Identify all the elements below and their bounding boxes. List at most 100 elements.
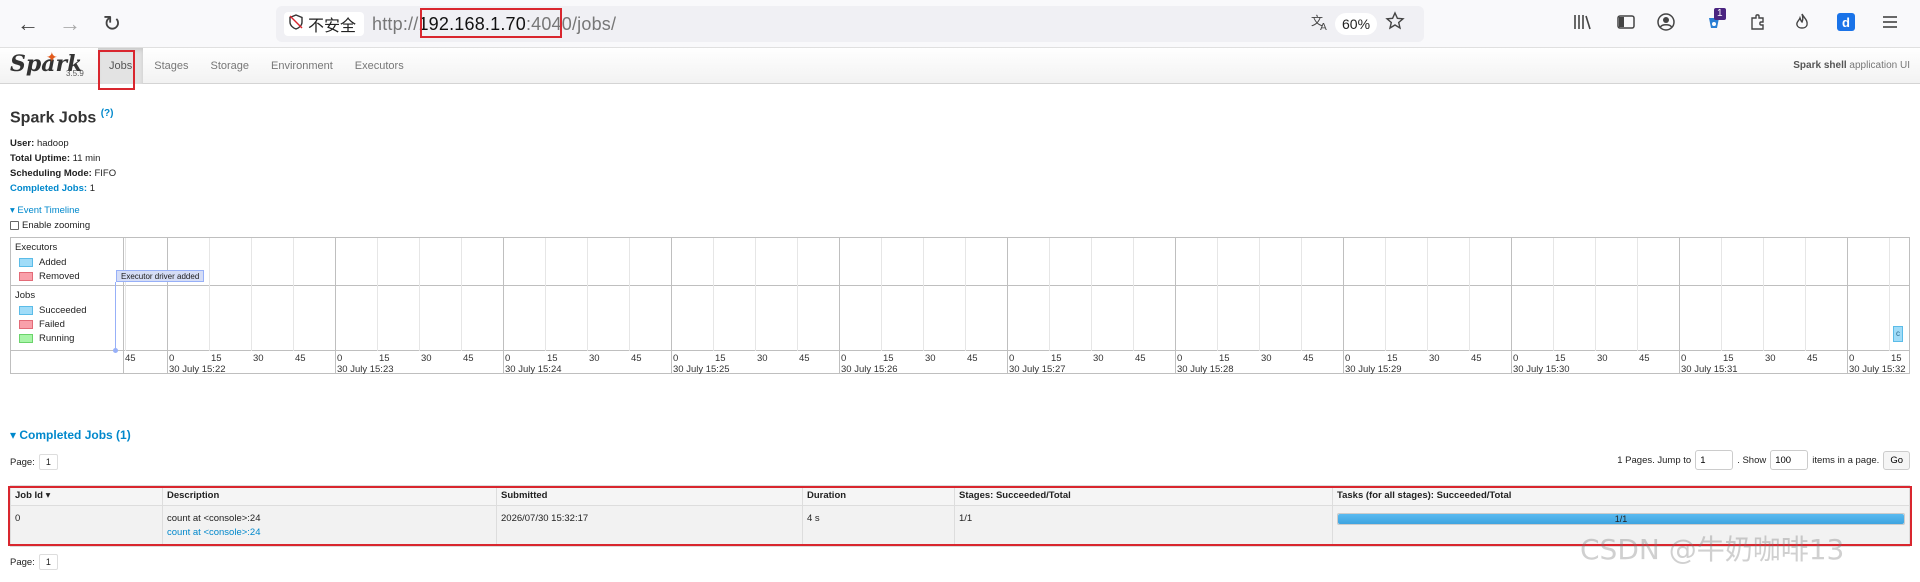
timeline-minute-gridline bbox=[1679, 238, 1680, 373]
timeline-gridline bbox=[377, 238, 378, 351]
app-d-icon[interactable]: d bbox=[1836, 12, 1856, 38]
timeline-tick-label: 15 bbox=[211, 353, 222, 364]
timeline-tick-label: 45 bbox=[967, 353, 978, 364]
timeline-tick-label: 30 bbox=[1093, 353, 1104, 364]
timeline-gridline bbox=[1259, 238, 1260, 351]
timeline-minute-label: 30 July 15:26 bbox=[841, 364, 898, 375]
account-icon[interactable] bbox=[1656, 12, 1676, 38]
legend-removed: Removed bbox=[19, 271, 119, 282]
tab-storage[interactable]: Storage bbox=[200, 48, 261, 84]
timeline-tick-label: 45 bbox=[463, 353, 474, 364]
timeline-tick-label: 30 bbox=[1765, 353, 1776, 364]
extension-badge: 1 bbox=[1714, 8, 1726, 20]
show-text: . Show bbox=[1737, 454, 1767, 466]
job-0-timeline-bar[interactable]: c bbox=[1893, 326, 1903, 342]
svg-text:A: A bbox=[1320, 22, 1327, 32]
timeline-minute-label: 30 July 15:25 bbox=[673, 364, 730, 375]
timeline-minute-gridline bbox=[1007, 238, 1008, 373]
extensions-puzzle-icon[interactable] bbox=[1748, 12, 1768, 38]
flame-icon[interactable] bbox=[1792, 12, 1812, 38]
failed-swatch bbox=[19, 320, 33, 329]
user-value: hadoop bbox=[36, 138, 69, 149]
back-icon[interactable]: ← bbox=[12, 8, 44, 40]
help-link[interactable]: (?) bbox=[101, 108, 114, 119]
timeline-minute-label: 30 July 15:31 bbox=[1681, 364, 1738, 375]
timeline-tick-label: 0 bbox=[841, 353, 847, 364]
mode-key: Scheduling Mode: bbox=[10, 168, 92, 179]
bookmark-star-icon[interactable] bbox=[1385, 11, 1405, 37]
timeline-gridline bbox=[251, 238, 252, 351]
executor-added-event[interactable]: Executor driver added bbox=[116, 270, 205, 282]
event-timeline[interactable]: Executors Added Removed Jobs Succeeded F… bbox=[10, 237, 1910, 375]
legend-running-label: Running bbox=[39, 333, 75, 344]
timeline-gridline bbox=[1133, 238, 1134, 351]
sidebar-icon[interactable] bbox=[1616, 12, 1636, 38]
page-1-button-bottom[interactable]: 1 bbox=[38, 554, 58, 570]
timeline-tick-label: 0 bbox=[1849, 353, 1855, 364]
timeline-tick-label: 15 bbox=[715, 353, 726, 364]
added-swatch bbox=[19, 258, 33, 267]
reload-icon[interactable]: ↻ bbox=[96, 8, 128, 40]
completed-jobs-heading[interactable]: ▾ Completed Jobs (1) bbox=[10, 428, 131, 442]
timeline-gridline bbox=[1427, 238, 1428, 351]
timeline-tick-label: 15 bbox=[379, 353, 390, 364]
zoom-level[interactable]: 60% bbox=[1335, 13, 1378, 35]
mode-value: FIFO bbox=[94, 168, 117, 179]
library-icon[interactable] bbox=[1572, 12, 1592, 38]
jobs-row: Jobs Succeeded Failed Running bbox=[11, 286, 1909, 351]
timeline-gridline bbox=[1553, 238, 1554, 351]
url-bar[interactable]: 不安全 http://192.168.1.70:4040/jobs/ 文A 60… bbox=[276, 6, 1424, 42]
legend-failed: Failed bbox=[19, 319, 119, 330]
running-swatch bbox=[19, 334, 33, 343]
timeline-minute-label: 30 July 15:29 bbox=[1345, 364, 1402, 375]
tab-executors[interactable]: Executors bbox=[344, 48, 415, 84]
tab-stages[interactable]: Stages bbox=[143, 48, 199, 84]
timeline-minute-gridline bbox=[167, 238, 168, 373]
timeline-tick-label: 15 bbox=[1219, 353, 1230, 364]
go-button[interactable]: Go bbox=[1883, 450, 1910, 470]
completed-jobs-link[interactable]: Completed Jobs: bbox=[10, 183, 87, 194]
tab-environment[interactable]: Environment bbox=[260, 48, 344, 84]
timeline-tick-label: 45 bbox=[1639, 353, 1650, 364]
timeline-tick-label: 0 bbox=[505, 353, 511, 364]
timeline-gridline bbox=[1763, 238, 1764, 351]
timeline-minute-gridline bbox=[671, 238, 672, 373]
forward-icon[interactable]: → bbox=[54, 8, 86, 40]
timeline-tick-label: 0 bbox=[1681, 353, 1687, 364]
shield-off-icon bbox=[288, 13, 304, 35]
timeline-tick-label: 30 bbox=[1429, 353, 1440, 364]
legend-added-label: Added bbox=[39, 257, 67, 268]
timeline-tick-label: 45 bbox=[125, 353, 136, 364]
user-key: User: bbox=[10, 138, 35, 149]
event-timeline-toggle[interactable]: ▾ Event Timeline bbox=[10, 205, 80, 216]
enable-zooming-checkbox[interactable] bbox=[10, 221, 19, 230]
enable-zooming[interactable]: Enable zooming bbox=[10, 220, 90, 231]
timeline-gridline bbox=[629, 238, 630, 351]
timeline-gridline bbox=[713, 238, 714, 351]
timeline-tick-label: 45 bbox=[631, 353, 642, 364]
app-name: Spark shell application UI bbox=[1793, 60, 1910, 71]
timeline-tick-label: 45 bbox=[1807, 353, 1818, 364]
translate-icon[interactable]: 文A bbox=[1310, 12, 1330, 38]
executor-added-line bbox=[115, 282, 116, 350]
page-size-input[interactable] bbox=[1770, 450, 1809, 470]
legend-succeeded-label: Succeeded bbox=[39, 305, 87, 316]
security-indicator[interactable]: 不安全 bbox=[284, 12, 365, 36]
items-text: items in a page. bbox=[1812, 454, 1880, 466]
jump-to-page-input[interactable] bbox=[1695, 450, 1734, 470]
timeline-minute-gridline bbox=[503, 238, 504, 373]
menu-icon[interactable] bbox=[1880, 12, 1900, 38]
job-summary: User: hadoop Total Uptime: 11 min Schedu… bbox=[10, 136, 116, 196]
timeline-gridline bbox=[923, 238, 924, 351]
spark-version: 3.5.9 bbox=[66, 69, 84, 78]
timeline-minute-gridline bbox=[839, 238, 840, 373]
timeline-minute-gridline bbox=[1343, 238, 1344, 373]
timeline-tick-label: 30 bbox=[589, 353, 600, 364]
enable-zooming-label: Enable zooming bbox=[22, 220, 91, 231]
timeline-minute-label: 30 July 15:24 bbox=[505, 364, 562, 375]
page-1-button[interactable]: 1 bbox=[38, 454, 58, 470]
timeline-gridline bbox=[125, 238, 126, 351]
executors-group-label: Executors Added Removed bbox=[11, 238, 124, 285]
timeline-tick-label: 15 bbox=[1891, 353, 1902, 364]
url-scheme: http:// bbox=[372, 14, 419, 34]
